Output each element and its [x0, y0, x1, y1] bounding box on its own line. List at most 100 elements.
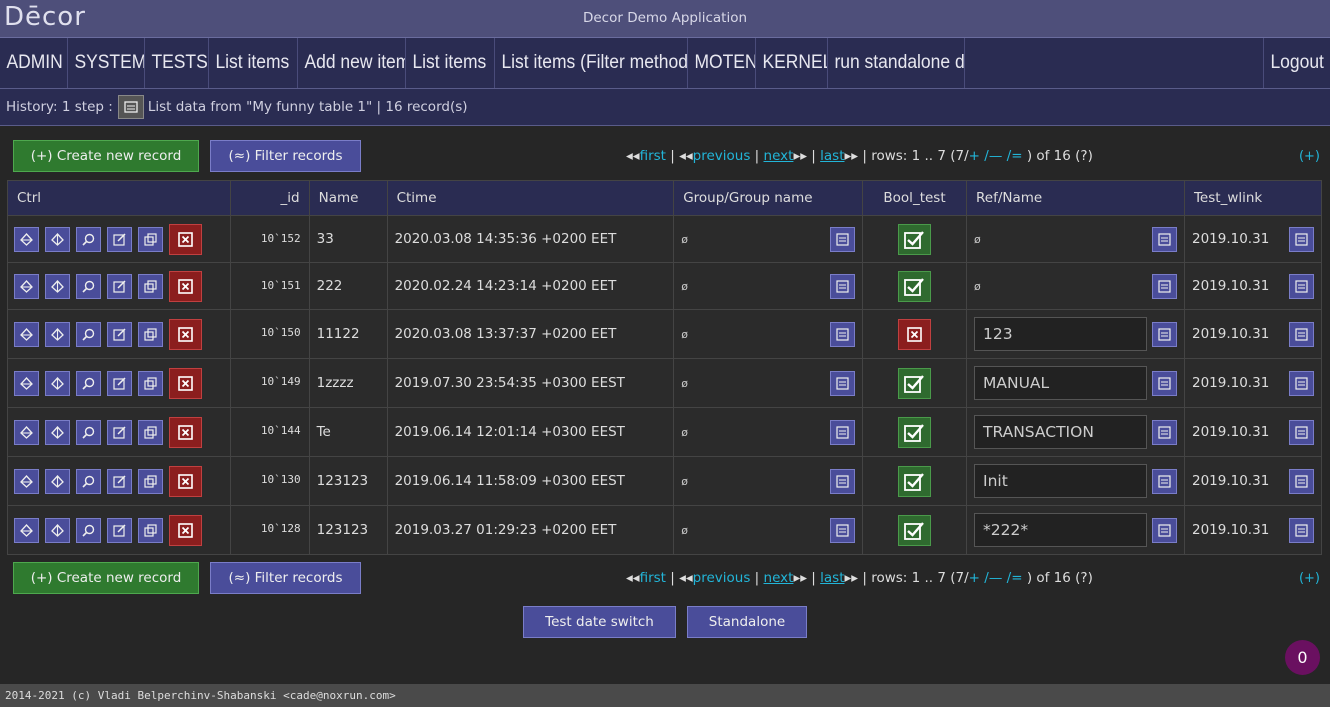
menu-list-items-2[interactable]: List items — [406, 38, 487, 88]
filter-records-button[interactable]: (≈) Filter records — [210, 140, 361, 172]
view-record-icon[interactable] — [76, 468, 101, 494]
copy-record-icon[interactable] — [138, 321, 163, 347]
menu-run-standalone[interactable]: run standalone do — [828, 38, 964, 88]
edit-record-icon[interactable] — [107, 321, 132, 347]
expand-toggle-bottom[interactable]: (+) — [1299, 571, 1320, 586]
pager-minus[interactable]: /— — [984, 148, 1002, 164]
pager-plus[interactable]: + — [969, 570, 980, 586]
wlink-detail-icon[interactable] — [1289, 468, 1314, 494]
group-detail-icon[interactable] — [830, 419, 856, 445]
wlink-detail-icon[interactable] — [1289, 226, 1314, 252]
copy-record-icon[interactable] — [138, 419, 163, 445]
move-down-icon[interactable] — [45, 321, 70, 347]
move-up-icon[interactable] — [14, 419, 39, 445]
wlink-detail-icon[interactable] — [1289, 321, 1314, 347]
menu-kernel[interactable]: KERNEL — [756, 38, 827, 88]
menu-add-new-item[interactable]: Add new item — [298, 38, 405, 88]
delete-record-icon[interactable] — [169, 367, 202, 399]
ref-name-input[interactable]: MANUAL — [974, 366, 1147, 400]
move-up-icon[interactable] — [14, 226, 39, 252]
pager-previous[interactable]: previous — [693, 570, 751, 586]
move-down-icon[interactable] — [45, 273, 70, 299]
bool-check-icon[interactable] — [898, 514, 932, 546]
edit-record-icon[interactable] — [107, 419, 132, 445]
move-down-icon[interactable] — [45, 370, 70, 396]
wlink-detail-icon[interactable] — [1289, 419, 1314, 445]
pager-last[interactable]: last — [820, 570, 844, 586]
view-record-icon[interactable] — [76, 370, 101, 396]
menu-list-items-filter[interactable]: List items (Filter method) — [495, 38, 687, 88]
history-step-icon[interactable] — [117, 95, 144, 119]
create-record-button-bottom[interactable]: (+) Create new record — [13, 562, 199, 594]
ref-detail-icon[interactable] — [1151, 419, 1177, 445]
delete-record-icon[interactable] — [169, 223, 202, 255]
group-detail-icon[interactable] — [830, 321, 856, 347]
copy-record-icon[interactable] — [138, 273, 163, 299]
logout-button[interactable]: Logout — [1264, 38, 1325, 88]
ref-name-input[interactable]: *222* — [974, 513, 1147, 547]
pager-first[interactable]: first — [640, 570, 666, 586]
group-detail-icon[interactable] — [830, 517, 856, 543]
edit-record-icon[interactable] — [107, 517, 132, 543]
bool-check-icon[interactable] — [898, 416, 932, 448]
delete-record-icon[interactable] — [169, 318, 202, 350]
menu-moten[interactable]: MOTEN — [688, 38, 755, 88]
notification-badge[interactable]: 0 — [1285, 640, 1320, 675]
pager-first[interactable]: first — [640, 148, 666, 164]
move-down-icon[interactable] — [45, 226, 70, 252]
bool-check-icon[interactable] — [898, 465, 932, 497]
bool-check-icon[interactable] — [898, 270, 932, 302]
view-record-icon[interactable] — [76, 226, 101, 252]
menu-admin[interactable]: ADMIN — [0, 38, 62, 88]
ref-name-input[interactable]: Init — [974, 464, 1147, 498]
wlink-detail-icon[interactable] — [1289, 517, 1314, 543]
pager-eq[interactable]: /= — [1007, 570, 1023, 586]
ref-detail-icon[interactable] — [1151, 273, 1177, 299]
delete-record-icon[interactable] — [169, 270, 202, 302]
copy-record-icon[interactable] — [138, 468, 163, 494]
view-record-icon[interactable] — [76, 273, 101, 299]
bool-check-icon[interactable] — [898, 223, 932, 255]
group-detail-icon[interactable] — [830, 226, 856, 252]
pager-plus[interactable]: + — [969, 148, 980, 164]
delete-record-icon[interactable] — [169, 514, 202, 546]
pager-previous[interactable]: previous — [693, 148, 751, 164]
group-detail-icon[interactable] — [830, 273, 856, 299]
ref-detail-icon[interactable] — [1151, 226, 1177, 252]
view-record-icon[interactable] — [76, 321, 101, 347]
ref-detail-icon[interactable] — [1151, 517, 1177, 543]
copy-record-icon[interactable] — [138, 370, 163, 396]
ref-detail-icon[interactable] — [1151, 370, 1177, 396]
wlink-detail-icon[interactable] — [1289, 273, 1314, 299]
pager-eq[interactable]: /= — [1007, 148, 1023, 164]
filter-records-button-bottom[interactable]: (≈) Filter records — [210, 562, 361, 594]
move-down-icon[interactable] — [45, 468, 70, 494]
ref-name-input[interactable]: 123 — [974, 317, 1147, 351]
edit-record-icon[interactable] — [107, 370, 132, 396]
expand-toggle[interactable]: (+) — [1299, 149, 1320, 164]
edit-record-icon[interactable] — [107, 273, 132, 299]
move-up-icon[interactable] — [14, 517, 39, 543]
bool-check-icon[interactable] — [898, 367, 932, 399]
pager-next[interactable]: next — [764, 570, 794, 586]
move-up-icon[interactable] — [14, 468, 39, 494]
view-record-icon[interactable] — [76, 517, 101, 543]
create-record-button[interactable]: (+) Create new record — [13, 140, 199, 172]
move-up-icon[interactable] — [14, 370, 39, 396]
move-down-icon[interactable] — [45, 419, 70, 445]
view-record-icon[interactable] — [76, 419, 101, 445]
copy-record-icon[interactable] — [138, 226, 163, 252]
ref-detail-icon[interactable] — [1151, 468, 1177, 494]
delete-record-icon[interactable] — [169, 465, 202, 497]
pager-minus[interactable]: /— — [984, 570, 1002, 586]
menu-list-items[interactable]: List items — [209, 38, 290, 88]
delete-record-icon[interactable] — [169, 416, 202, 448]
bool-cross-icon[interactable] — [898, 318, 932, 350]
menu-system[interactable]: SYSTEM — [68, 38, 144, 88]
pager-next[interactable]: next — [764, 148, 794, 164]
copy-record-icon[interactable] — [138, 517, 163, 543]
standalone-button[interactable]: Standalone — [687, 606, 807, 638]
group-detail-icon[interactable] — [830, 370, 856, 396]
ref-name-input[interactable]: TRANSACTION — [974, 415, 1147, 449]
edit-record-icon[interactable] — [107, 226, 132, 252]
